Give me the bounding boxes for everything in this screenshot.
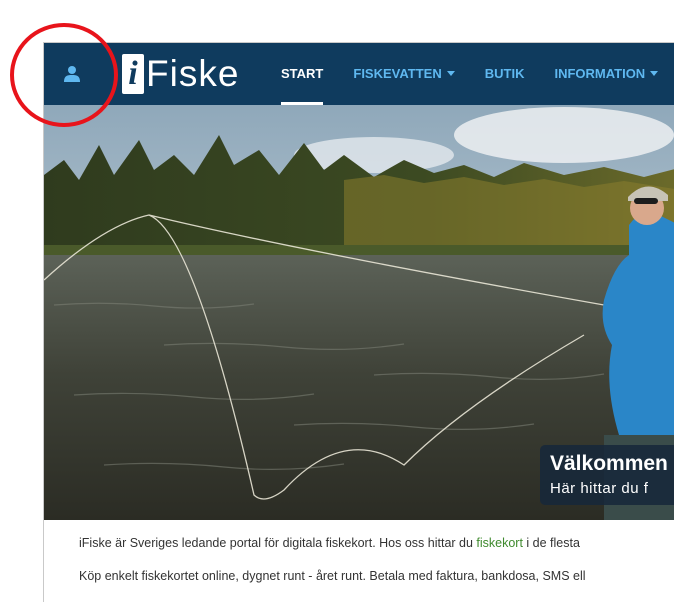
nav-item-label: INFORMATION: [554, 66, 646, 81]
chevron-down-icon: [446, 71, 455, 76]
user-account-button[interactable]: [52, 55, 92, 95]
intro-paragraph-2: Köp enkelt fiskekortet online, dygnet ru…: [79, 569, 586, 583]
main-menu: START FISKEVATTEN BUTIK INFORMATION: [266, 43, 673, 105]
intro-content: iFiske är Sveriges ledande portal för di…: [44, 520, 674, 602]
nav-item-fiskevatten[interactable]: FISKEVATTEN: [338, 43, 469, 105]
intro-text: i de flesta: [522, 536, 580, 550]
nav-item-start[interactable]: START: [266, 43, 338, 105]
logo-text: Fiske: [146, 53, 240, 94]
welcome-subtitle: Här hittar du f: [550, 480, 649, 497]
user-icon: [64, 66, 80, 82]
nav-item-butik[interactable]: BUTIK: [470, 43, 540, 105]
logo-letter: i: [122, 54, 144, 94]
document-top-strip: [0, 0, 674, 42]
intro-paragraph-1: iFiske är Sveriges ledande portal för di…: [79, 536, 580, 550]
fiskekort-link[interactable]: fiskekort: [476, 536, 523, 550]
chevron-down-icon: [650, 71, 659, 76]
nav-item-label: START: [281, 66, 324, 81]
nav-item-label: FISKEVATTEN: [353, 66, 442, 81]
nav-item-label: BUTIK: [484, 66, 525, 81]
ifiske-logo[interactable]: i Fiske: [122, 51, 239, 97]
hero-banner: Välkommen Här hittar du f: [44, 105, 674, 520]
browser-viewport: i Fiske START FISKEVATTEN BUTIK INFORMAT…: [43, 42, 674, 602]
site-navbar: i Fiske START FISKEVATTEN BUTIK INFORMAT…: [44, 43, 674, 105]
intro-text: iFiske är Sveriges ledande portal för di…: [79, 536, 477, 550]
welcome-overlay: Välkommen Här hittar du f: [540, 445, 674, 505]
nav-item-information[interactable]: INFORMATION: [539, 43, 673, 105]
welcome-title: Välkommen: [550, 452, 668, 475]
